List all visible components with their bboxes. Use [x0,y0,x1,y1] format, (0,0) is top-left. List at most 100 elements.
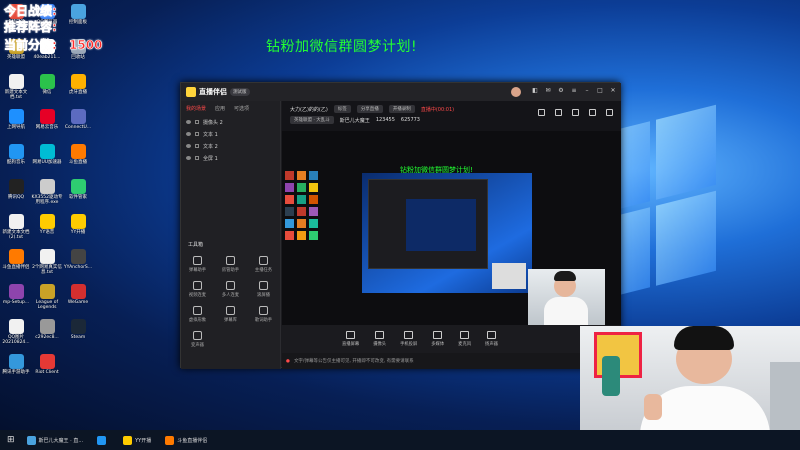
source-action[interactable]: 直播屏幕 [342,331,359,347]
desktop-icon-label: 新建文本文档.txt [4,90,28,100]
scene-item[interactable]: 文本 2 [181,140,280,152]
desktop-app-icon [70,179,86,194]
desktop-icon[interactable]: 腾讯手游助手 [1,354,31,375]
eye-icon[interactable] [186,132,191,136]
eye-icon[interactable] [186,120,191,124]
desktop-app-icon [39,214,55,229]
toolbox: 工具箱 弹幕助手 房管助手 主播任务 视频连麦 多人连麦 滚屏播 虚拟形象 弹幕库 歌词助手 变声… [181,241,281,348]
room-title[interactable]: 大力(乙)的的(乙) [290,106,328,113]
tool-item[interactable]: 房管助手 [214,256,247,273]
tool-item[interactable]: 滚屏播 [247,281,280,298]
desktop-icon[interactable]: 斗鱼直播 [63,144,93,165]
tab-options[interactable]: 可选项 [234,105,249,112]
desktop-icon-label: League of Legends [35,300,59,310]
lock-icon[interactable] [195,132,199,136]
desktop-icon[interactable]: Steam [63,319,93,340]
share-icon[interactable] [606,109,613,116]
share-live-button[interactable]: 分享直播 [356,105,383,113]
overlay-app-icon [297,219,306,228]
scene-item[interactable]: 文本 1 [181,128,280,140]
taskbar-item[interactable] [94,433,112,447]
desktop-icon[interactable]: YY语音 [32,214,62,235]
bell-icon[interactable] [589,109,596,116]
close-icon[interactable]: ✕ [609,87,617,94]
tool-icon [193,281,202,290]
tab-my-scenes[interactable]: 我的场景 [186,105,206,112]
desktop-icon[interactable]: 虎牙直播 [63,74,93,95]
taskbar-item[interactable]: 斗鱼直播伴侣 [162,433,210,447]
desktop-icon[interactable]: WeGame [63,284,93,305]
source-action[interactable]: 麦克风 [458,331,471,347]
taskbar-item[interactable]: 斯巴儿大魔王 · 直... [24,433,87,447]
desktop-icon[interactable]: 腾讯QQ [1,179,31,200]
cart-icon[interactable] [572,109,579,116]
tool-item[interactable]: 视频连麦 [181,281,214,298]
maximize-icon[interactable]: □ [596,87,604,94]
tool-item[interactable]: 主播任务 [247,256,280,273]
desktop-icon[interactable]: 斗鱼直播伴侣 [1,249,31,270]
minimize-icon[interactable]: – [583,87,591,94]
source-action[interactable]: 多媒体 [431,331,444,347]
desktop-icon[interactable]: 新建文本文档(2).txt [1,214,31,240]
settings-icon[interactable]: ⚙ [557,87,565,94]
tool-item[interactable]: 弹幕库 [214,306,247,323]
taskbar-item[interactable]: YY开播 [120,433,154,447]
start-button[interactable]: ⊞ [4,433,18,447]
tool-icon [226,281,235,290]
tool-item[interactable]: 变声器 [181,331,214,348]
desktop-icon[interactable]: 上网导航 [1,109,31,130]
lock-icon[interactable] [195,120,199,124]
desktop-icon[interactable]: 2个网易真实信息.txt [32,249,62,275]
eye-icon[interactable] [186,144,191,148]
desktop-icon[interactable]: ConnectU... [63,109,93,130]
room-name: 斯巴儿大魔王 [339,117,370,124]
category-selector[interactable]: 英雄联盟 · 大乱斗 [290,116,334,124]
desktop-icon[interactable]: c292ec8... [32,319,62,340]
user-avatar[interactable] [511,87,521,97]
room-tag-label[interactable]: 标签 [333,105,351,113]
gift-icon[interactable] [538,109,545,116]
lock-icon[interactable] [195,144,199,148]
desktop-icon[interactable]: 新建文本文档.txt [1,74,31,100]
desktop-icon[interactable]: 网易云音乐 [32,109,62,130]
tool-item[interactable]: 弹幕助手 [181,256,214,273]
desktop-icon-label: 网易云音乐 [35,125,59,130]
desktop-icon[interactable]: QQ图片20210824... [1,319,31,345]
app-name: 直播伴侣 [199,88,227,96]
desktop-icon[interactable]: 微信 [32,74,62,95]
skin-icon[interactable]: ◧ [531,87,539,94]
chat-icon[interactable] [555,109,562,116]
scene-item[interactable]: 摄像头 2 [181,116,280,128]
source-action-label: 摄像头 [373,342,387,347]
app-version-badge[interactable]: 测试版 [230,88,250,96]
stream-preview[interactable]: 钻粉加微信群圆梦计划! [282,131,621,325]
desktop-icon[interactable]: Riot Client [32,354,62,375]
source-action[interactable]: 扬声器 [485,331,498,347]
tool-item[interactable]: 歌词助手 [247,306,280,323]
menu-icon[interactable]: ≡ [570,87,578,94]
tool-item[interactable]: 多人连麦 [214,281,247,298]
desktop-icon[interactable]: League of Legends [32,284,62,310]
source-action[interactable]: 摄像头 [373,331,386,347]
desktop-icon[interactable]: 网易UU加速器 [32,144,62,165]
eye-icon[interactable] [186,156,191,160]
desktop-icon[interactable]: 控制面板 [63,4,93,25]
scene-item[interactable]: 全屏 1 [181,152,280,164]
desktop-icon[interactable]: 酷狗音乐 [1,144,31,165]
desktop-icon-label: QQ图片20210824... [2,335,30,345]
desktop-icon[interactable]: YY开播 [63,214,93,235]
desktop-icon[interactable]: YYAnchorS... [63,249,93,270]
source-action[interactable]: 手机投屏 [400,331,417,347]
tab-apps[interactable]: 应用 [215,105,225,112]
lock-icon[interactable] [195,156,199,160]
desktop-icon[interactable]: mp-Setup... [1,284,31,305]
desktop-app-icon [39,109,55,124]
tool-label: 弹幕助手 [188,268,207,273]
desktop-icon[interactable]: 软件管家 [63,179,93,200]
message-icon[interactable]: ✉ [544,87,552,94]
desktop-icon[interactable]: KX3552驱动专用程序.exe [32,179,63,205]
record-button[interactable]: 开播录制 [388,105,415,113]
tool-item[interactable]: 虚拟形象 [181,306,214,323]
taskbar-item-label: 斗鱼直播伴侣 [177,437,208,444]
taskbar: ⊞ 斯巴儿大魔王 · 直... YY开播 斗鱼直播伴侣 [0,430,800,450]
